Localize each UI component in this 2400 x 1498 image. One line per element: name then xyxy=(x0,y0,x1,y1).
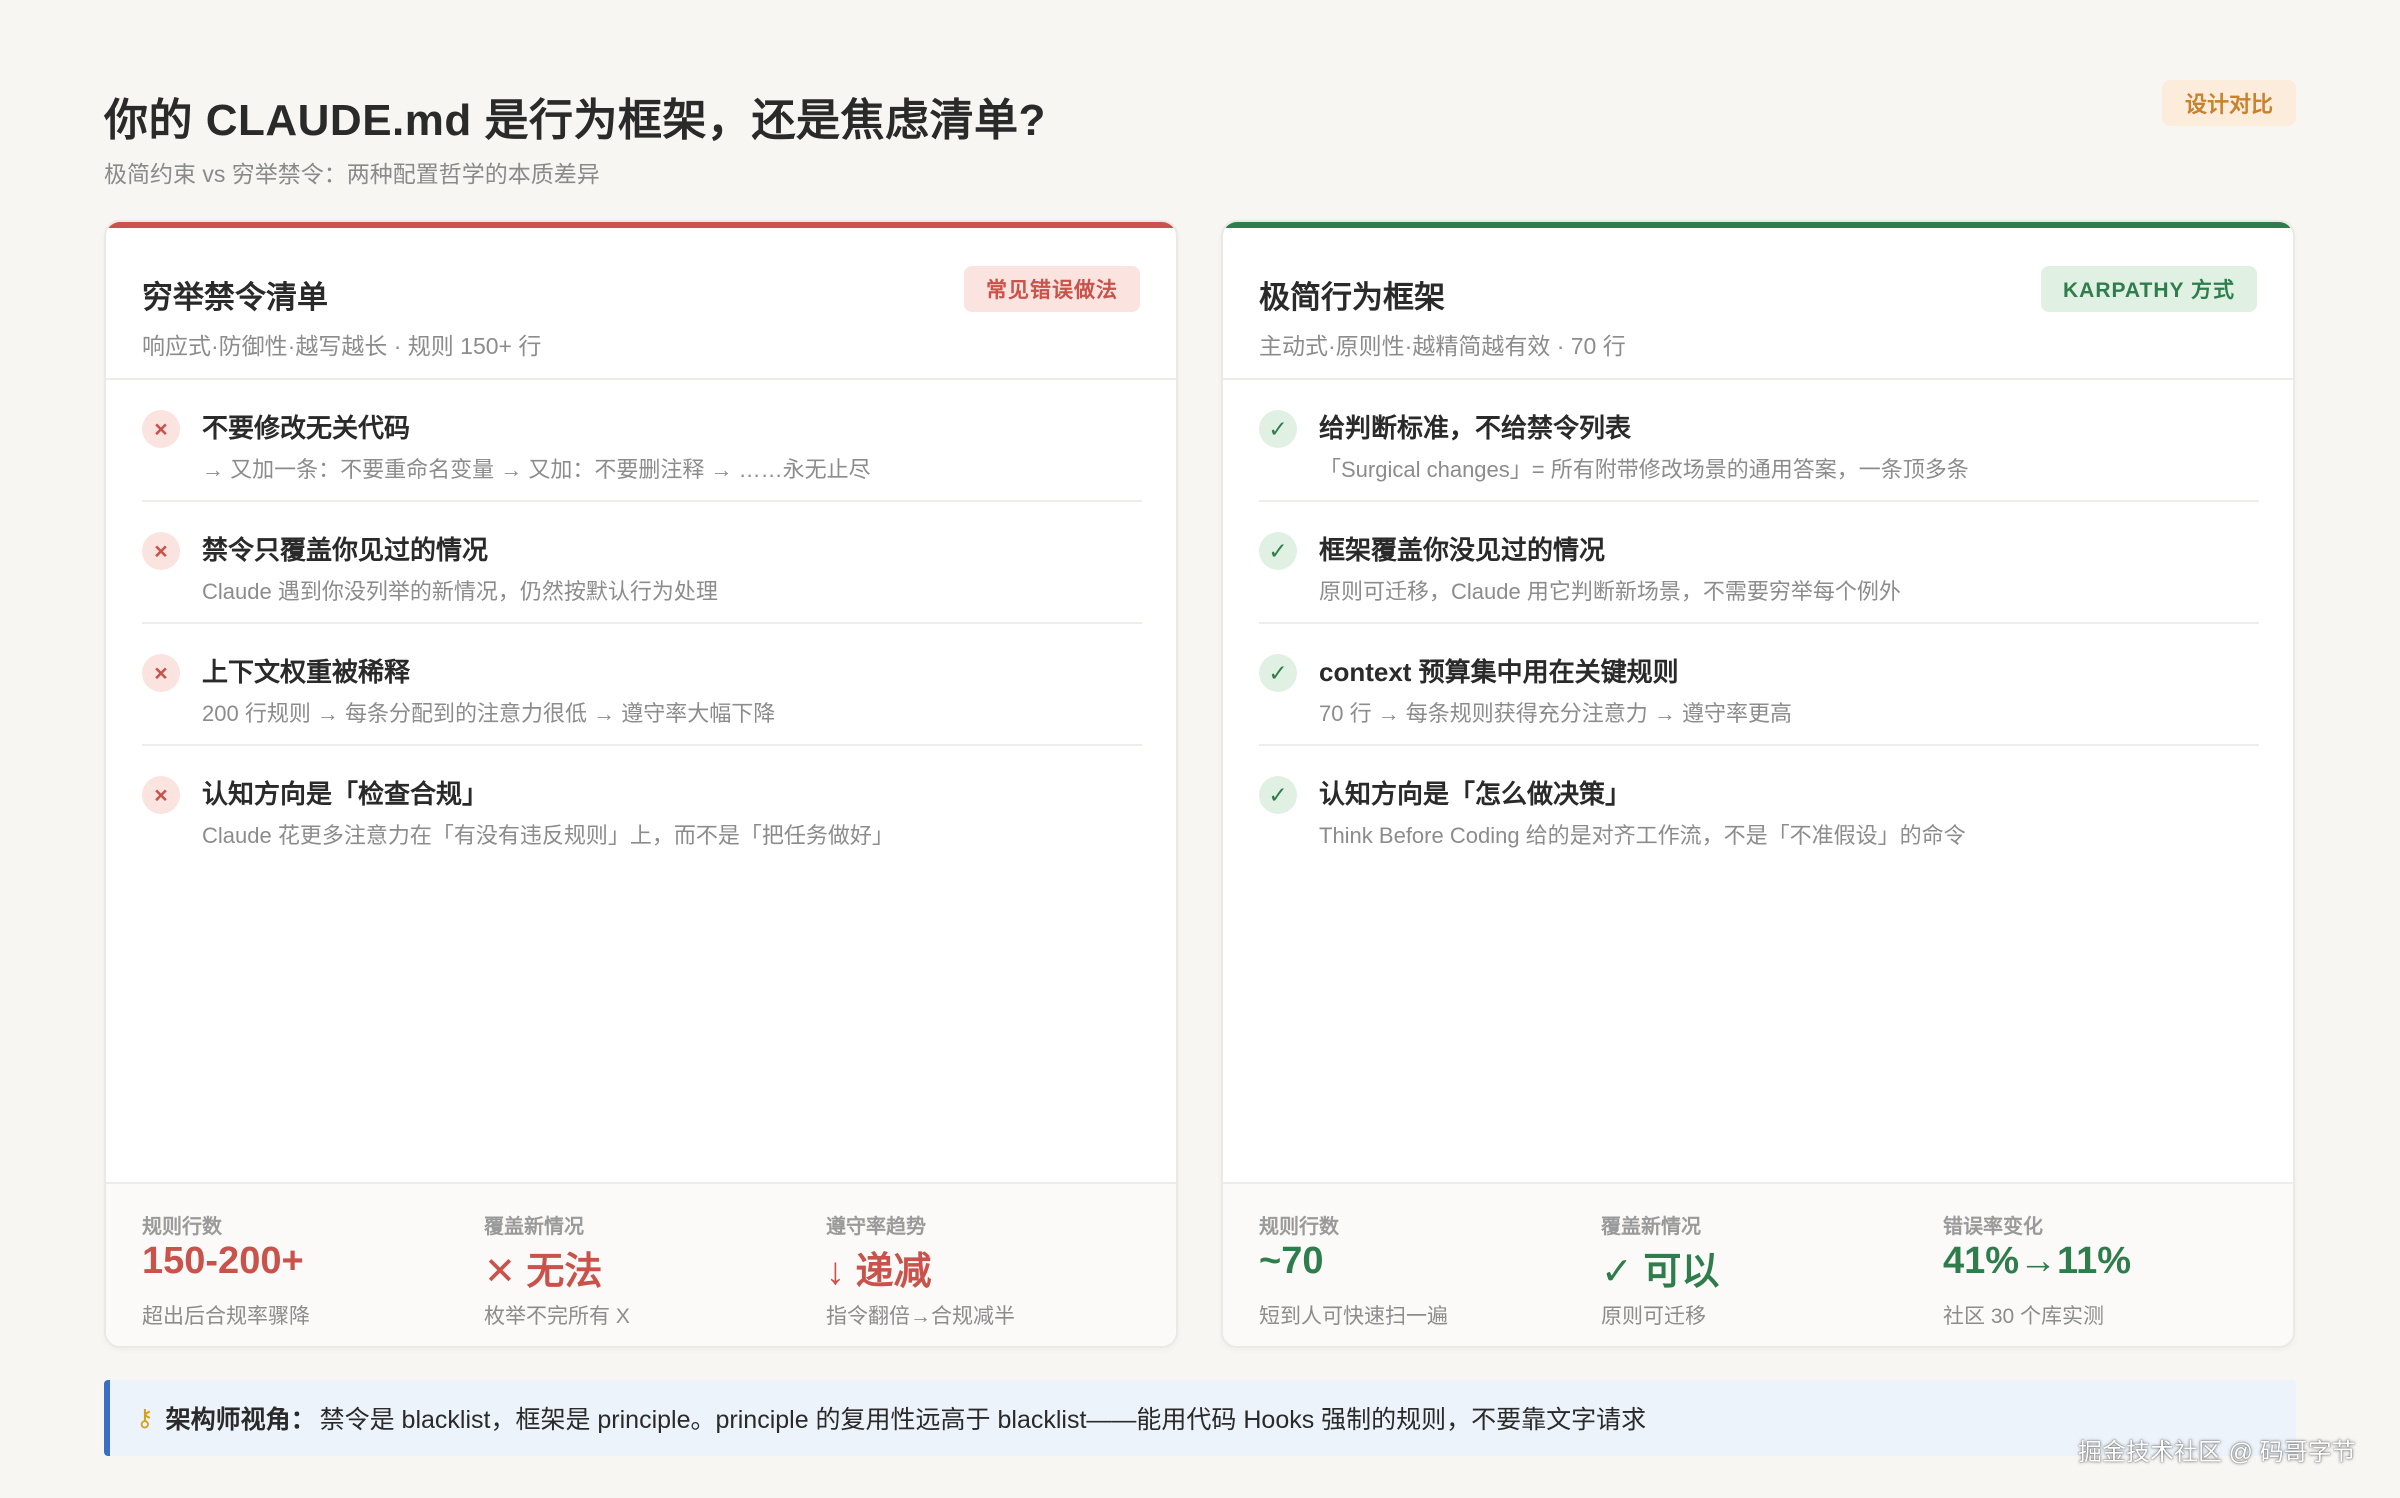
item-desc: Claude 遇到你没列举的新情况，仍然按默认行为处理 xyxy=(202,579,718,604)
check-icon: ✓ xyxy=(1259,532,1297,570)
stat-value: ✓ 可以 xyxy=(1601,1251,1720,1293)
item-desc: 70 行 → 每条规则获得充分注意力 → 遵守率更高 xyxy=(1319,701,1793,726)
stat-label: 遵守率趋势 xyxy=(826,1216,926,1238)
stats-footer: 规则行数 150-200+ 超出后合规率骤降 覆盖新情况 ✕ 无法 枚举不完所有… xyxy=(106,1182,1176,1346)
stat-value: ↓ 递减 xyxy=(826,1251,932,1293)
list-item: × 上下文权重被稀释 200 行规则 → 每条分配到的注意力很低 → 遵守率大幅… xyxy=(142,624,1142,746)
item-list: × 不要修改无关代码 → 又加一条：不要重命名变量 → 又加：不要删注释 → …… xyxy=(142,380,1142,868)
stat-label: 规则行数 xyxy=(142,1216,222,1238)
stats-footer: 规则行数 ~70 短到人可快速扫一遍 覆盖新情况 ✓ 可以 原则可迁移 错误率变… xyxy=(1223,1182,2293,1346)
check-icon: ✓ xyxy=(1259,654,1297,692)
stat-note: 短到人可快速扫一遍 xyxy=(1259,1305,1448,1328)
stat-note: 超出后合规率骤降 xyxy=(142,1305,310,1328)
item-title: context 预算集中用在关键规则 xyxy=(1319,657,1679,687)
karpathy-badge: KARPATHY 方式 xyxy=(2040,266,2257,312)
list-item: ✓ 认知方向是「怎么做决策」 Think Before Coding 给的是对齐… xyxy=(1259,746,2259,868)
stat-note: 社区 30 个库实测 xyxy=(1943,1305,2105,1328)
item-desc: Think Before Coding 给的是对齐工作流，不是「不准假设」的命令 xyxy=(1319,823,1966,848)
x-icon: × xyxy=(142,532,180,570)
item-title: 认知方向是「检查合规」 xyxy=(202,779,489,809)
page-title: 你的 CLAUDE.md 是行为框架，还是焦虑清单? xyxy=(104,96,1046,145)
page-subtitle: 极简约束 vs 穷举禁令：两种配置哲学的本质差异 xyxy=(104,161,600,187)
callout-label: 架构师视角： xyxy=(165,1406,316,1434)
item-desc: → 又加一条：不要重命名变量 → 又加：不要删注释 → ……永无止尽 xyxy=(202,457,871,482)
x-icon: × xyxy=(142,410,180,448)
item-desc: 200 行规则 → 每条分配到的注意力很低 → 遵守率大幅下降 xyxy=(202,701,776,726)
stat-note: 指令翻倍→合规减半 xyxy=(826,1305,1015,1328)
stat-label: 规则行数 xyxy=(1259,1216,1339,1238)
x-icon: × xyxy=(142,654,180,692)
card-header: 极简行为框架 主动式·原则性·越精简越有效 · 70 行 KARPATHY 方式 xyxy=(1223,228,2293,380)
stat-label: 错误率变化 xyxy=(1943,1216,2043,1238)
stat-note: 原则可迁移 xyxy=(1601,1305,1706,1328)
list-item: ✓ 框架覆盖你没见过的情况 原则可迁移，Claude 用它判断新场景，不需要穷举… xyxy=(1259,502,2259,624)
key-icon: ⚷ xyxy=(136,1404,154,1432)
card-subtitle: 主动式·原则性·越精简越有效 · 70 行 xyxy=(1259,333,1626,359)
list-item: ✓ context 预算集中用在关键规则 70 行 → 每条规则获得充分注意力 … xyxy=(1259,624,2259,746)
item-title: 禁令只覆盖你见过的情况 xyxy=(202,535,489,565)
item-desc: Claude 花更多注意力在「有没有违反规则」上，而不是「把任务做好」 xyxy=(202,823,894,848)
item-desc: 原则可迁移，Claude 用它判断新场景，不需要穷举每个例外 xyxy=(1319,579,1901,604)
stat-value: 150-200+ xyxy=(142,1240,304,1282)
item-desc: 「Surgical changes」= 所有附带修改场景的通用答案，一条顶多条 xyxy=(1319,457,1969,482)
item-title: 认知方向是「怎么做决策」 xyxy=(1319,779,1632,809)
design-compare-badge: 设计对比 xyxy=(2162,80,2296,126)
check-icon: ✓ xyxy=(1259,776,1297,814)
list-item: × 认知方向是「检查合规」 Claude 花更多注意力在「有没有违反规则」上，而… xyxy=(142,746,1142,868)
list-item: ✓ 给判断标准，不给禁令列表 「Surgical changes」= 所有附带修… xyxy=(1259,380,2259,502)
watermark: 掘金技术社区 @ 码哥字节 xyxy=(2078,1439,2356,1466)
blacklist-card: 穷举禁令清单 响应式·防御性·越写越长 · 规则 150+ 行 常见错误做法 ×… xyxy=(104,220,1178,1348)
framework-card: 极简行为框架 主动式·原则性·越精简越有效 · 70 行 KARPATHY 方式… xyxy=(1221,220,2295,1348)
stat-note: 枚举不完所有 X xyxy=(484,1305,630,1328)
item-title: 框架覆盖你没见过的情况 xyxy=(1319,535,1606,565)
callout-text: 禁令是 blacklist，框架是 principle。principle 的复… xyxy=(319,1406,1647,1434)
item-list: ✓ 给判断标准，不给禁令列表 「Surgical changes」= 所有附带修… xyxy=(1259,380,2259,868)
list-item: × 不要修改无关代码 → 又加一条：不要重命名变量 → 又加：不要删注释 → …… xyxy=(142,380,1142,502)
card-subtitle: 响应式·防御性·越写越长 · 规则 150+ 行 xyxy=(142,333,542,359)
item-title: 上下文权重被稀释 xyxy=(202,657,411,687)
card-header: 穷举禁令清单 响应式·防御性·越写越长 · 规则 150+ 行 常见错误做法 xyxy=(106,228,1176,380)
item-title: 不要修改无关代码 xyxy=(202,413,411,443)
stat-label: 覆盖新情况 xyxy=(484,1216,584,1238)
card-title: 极简行为框架 xyxy=(1259,280,1445,315)
list-item: × 禁令只覆盖你见过的情况 Claude 遇到你没列举的新情况，仍然按默认行为处… xyxy=(142,502,1142,624)
common-mistake-badge: 常见错误做法 xyxy=(964,266,1140,312)
item-title: 给判断标准，不给禁令列表 xyxy=(1319,413,1632,443)
check-icon: ✓ xyxy=(1259,410,1297,448)
card-title: 穷举禁令清单 xyxy=(142,280,328,315)
stat-value: ~70 xyxy=(1259,1240,1324,1282)
stat-label: 覆盖新情况 xyxy=(1601,1216,1701,1238)
stat-value: 41%→11% xyxy=(1943,1240,2132,1282)
architect-callout: ⚷ 架构师视角： 禁令是 blacklist，框架是 principle。pri… xyxy=(104,1380,2296,1456)
x-icon: × xyxy=(142,776,180,814)
stat-value: ✕ 无法 xyxy=(484,1251,603,1293)
